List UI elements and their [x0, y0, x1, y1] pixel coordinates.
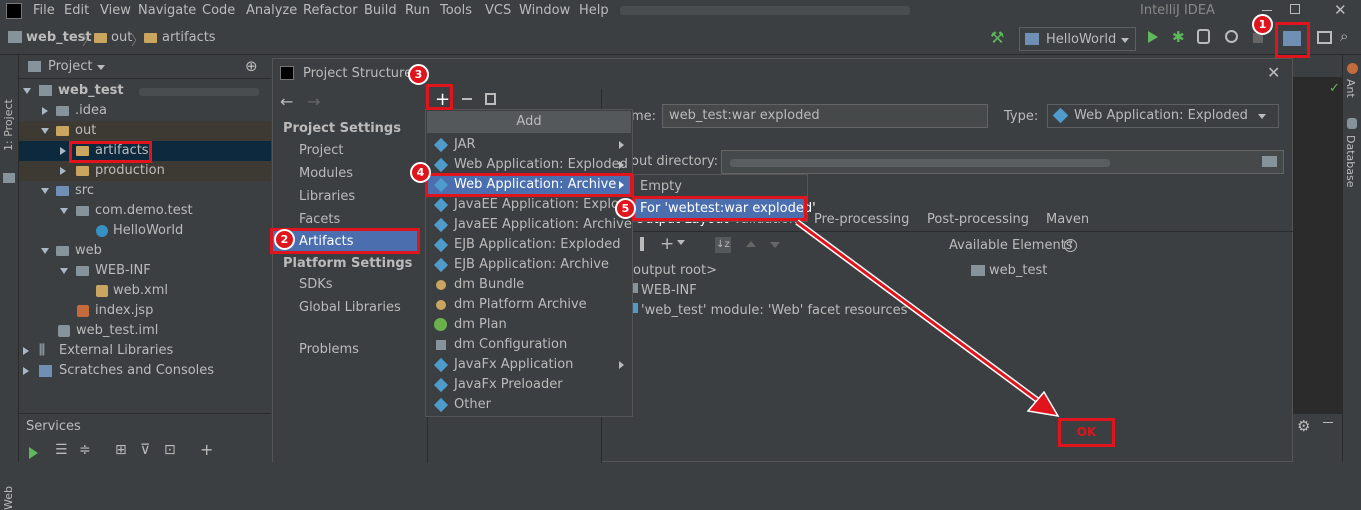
step-badge-3: 3 [408, 64, 429, 85]
step-badge-4: 4 [410, 162, 431, 183]
step-badge-1: 1 [1252, 14, 1273, 35]
ok-button[interactable]: OK [1058, 418, 1115, 447]
annotation-arrow [795, 219, 1060, 418]
step-badge-2: 2 [274, 229, 295, 250]
ok-button-label: OK [1076, 425, 1097, 439]
web-tool-tab[interactable]: Web [2, 486, 15, 510]
step-badge-5: 5 [615, 198, 636, 219]
